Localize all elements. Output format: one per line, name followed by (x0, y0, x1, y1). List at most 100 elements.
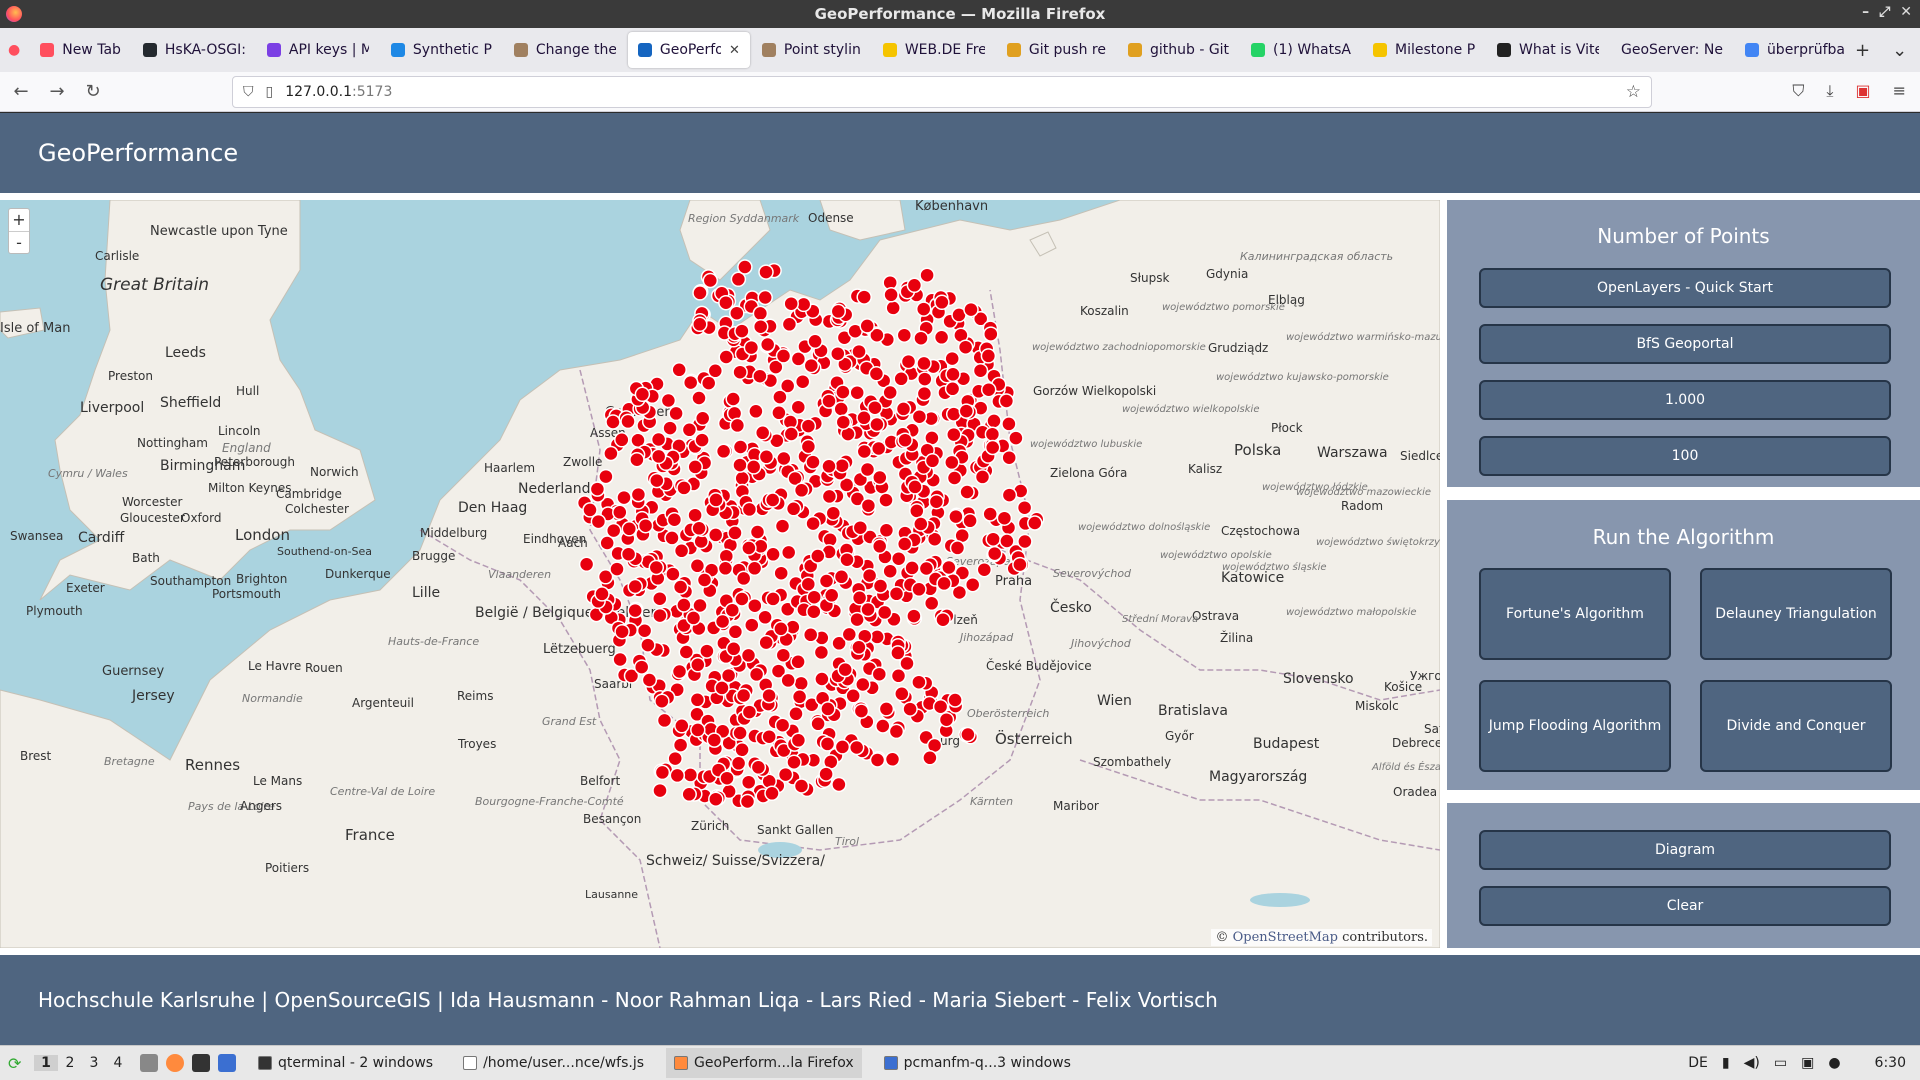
map-point-marker[interactable] (821, 393, 837, 409)
map-point-marker[interactable] (946, 470, 963, 486)
map-point-marker[interactable] (835, 384, 851, 400)
browser-tab[interactable]: GeoServer: Ne (1611, 32, 1733, 68)
url-bar[interactable]: ⛉ ▯ 127.0.0.1:5173 ☆ (232, 76, 1652, 108)
map-point-marker[interactable] (946, 426, 962, 443)
map-point-marker[interactable] (941, 559, 957, 576)
map-point-marker[interactable] (885, 300, 901, 316)
forward-icon[interactable]: → (42, 81, 72, 102)
map-point-marker[interactable] (924, 453, 941, 469)
map-point-marker[interactable] (718, 294, 734, 311)
map-point-marker[interactable] (859, 318, 875, 334)
map-point-marker[interactable] (609, 561, 625, 577)
map-point-marker[interactable] (888, 723, 905, 740)
map-point-marker[interactable] (984, 426, 1001, 442)
map-point-marker[interactable] (637, 517, 654, 534)
map-point-marker[interactable] (1008, 430, 1024, 446)
page-icon[interactable]: ▯ (266, 84, 274, 100)
map-point-marker[interactable] (708, 492, 724, 508)
map-point-marker[interactable] (744, 617, 760, 633)
maximize-icon[interactable]: ⤢ (1879, 4, 1890, 20)
browser-tab[interactable]: HsKA-OSGI: (133, 32, 255, 68)
file-manager-icon[interactable] (140, 1054, 158, 1072)
map-point-marker[interactable] (984, 439, 1001, 456)
map-point-marker[interactable] (748, 403, 764, 420)
map-point-marker[interactable] (668, 405, 684, 422)
map-point-marker[interactable] (690, 722, 706, 738)
map-point-marker[interactable] (694, 432, 710, 448)
list-all-tabs-icon[interactable]: ⌄ (1892, 40, 1907, 61)
taskbar-task[interactable]: /home/user...nce/wfs.js (455, 1048, 652, 1078)
map-point-marker[interactable] (612, 504, 628, 521)
map-point-marker[interactable] (915, 301, 932, 317)
map-point-marker[interactable] (911, 674, 927, 690)
map-point-marker[interactable] (800, 418, 817, 434)
keyboard-layout[interactable]: DE (1688, 1055, 1708, 1071)
map-point-marker[interactable] (780, 672, 796, 689)
map-point-marker[interactable] (855, 676, 871, 693)
map-point-marker[interactable] (687, 459, 703, 475)
map-point-marker[interactable] (740, 647, 757, 664)
map-point-marker[interactable] (641, 672, 658, 688)
map-point-marker[interactable] (818, 766, 834, 782)
map-point-marker[interactable] (794, 373, 811, 390)
jump-flooding-algorithm-button[interactable]: Jump Flooding Algorithm (1479, 680, 1671, 772)
map-point-marker[interactable] (845, 688, 861, 704)
map-point-marker[interactable] (654, 693, 670, 709)
map-point-marker[interactable] (911, 408, 928, 425)
map-point-marker[interactable] (945, 406, 962, 422)
map-point-marker[interactable] (823, 587, 840, 604)
browser-tab[interactable]: (1) WhatsA (1241, 32, 1361, 68)
extension-icon[interactable]: ▣ (1855, 81, 1870, 101)
map-point-marker[interactable] (919, 267, 935, 283)
map-point-marker[interactable] (598, 468, 614, 485)
map-point-marker[interactable] (790, 399, 807, 415)
map-point-marker[interactable] (748, 666, 765, 683)
map-point-marker[interactable] (907, 479, 923, 495)
workspace-button[interactable]: 3 (82, 1055, 106, 1071)
map-point-marker[interactable] (750, 759, 767, 776)
map-point-marker[interactable] (856, 410, 872, 426)
map-point-marker[interactable] (780, 544, 797, 561)
map-point-marker[interactable] (752, 305, 769, 322)
browser-tab[interactable]: API keys | M (257, 32, 379, 68)
map-point-marker[interactable] (732, 725, 748, 741)
map-point-marker[interactable] (764, 785, 780, 802)
map-point-marker[interactable] (633, 659, 650, 675)
map-point-marker[interactable] (833, 401, 849, 417)
map-point-marker[interactable] (629, 451, 645, 468)
back-icon[interactable]: ← (6, 81, 36, 102)
map-point-marker[interactable] (772, 389, 788, 405)
map-point-marker[interactable] (888, 586, 905, 602)
map-point-marker[interactable] (773, 565, 789, 581)
map-point-marker[interactable] (1001, 449, 1017, 466)
map-point-marker[interactable] (699, 643, 715, 659)
map-point-marker[interactable] (918, 560, 935, 577)
map-point-marker[interactable] (765, 591, 781, 607)
map-point-marker[interactable] (741, 540, 757, 556)
map-point-marker[interactable] (890, 645, 906, 661)
map-point-marker[interactable] (928, 493, 945, 510)
map-point-marker[interactable] (895, 401, 912, 417)
map-point-marker[interactable] (706, 732, 723, 748)
map-point-marker[interactable] (775, 348, 792, 364)
map-point-marker[interactable] (590, 513, 607, 530)
map-point-marker[interactable] (665, 566, 681, 582)
map-point-marker[interactable] (649, 472, 665, 489)
shield-icon[interactable]: ⛉ (243, 84, 254, 100)
map-point-marker[interactable] (682, 767, 699, 783)
downloads-icon[interactable]: ⤓ (1826, 81, 1833, 101)
map-point-marker[interactable] (835, 414, 852, 430)
map-point-marker[interactable] (1027, 515, 1043, 531)
map-point-marker[interactable] (934, 294, 950, 311)
map-point-marker[interactable] (650, 431, 667, 448)
map-point-marker[interactable] (959, 484, 975, 500)
zoom-in-button[interactable]: + (9, 209, 29, 231)
map-point-marker[interactable] (757, 609, 773, 626)
map-point-marker[interactable] (669, 767, 686, 784)
reload-icon[interactable]: ↻ (78, 81, 108, 102)
map-point-marker[interactable] (674, 718, 690, 734)
map-point-marker[interactable] (861, 567, 878, 584)
map-point-marker[interactable] (715, 443, 732, 460)
map-point-marker[interactable] (837, 661, 853, 678)
map-point-marker[interactable] (758, 449, 775, 465)
